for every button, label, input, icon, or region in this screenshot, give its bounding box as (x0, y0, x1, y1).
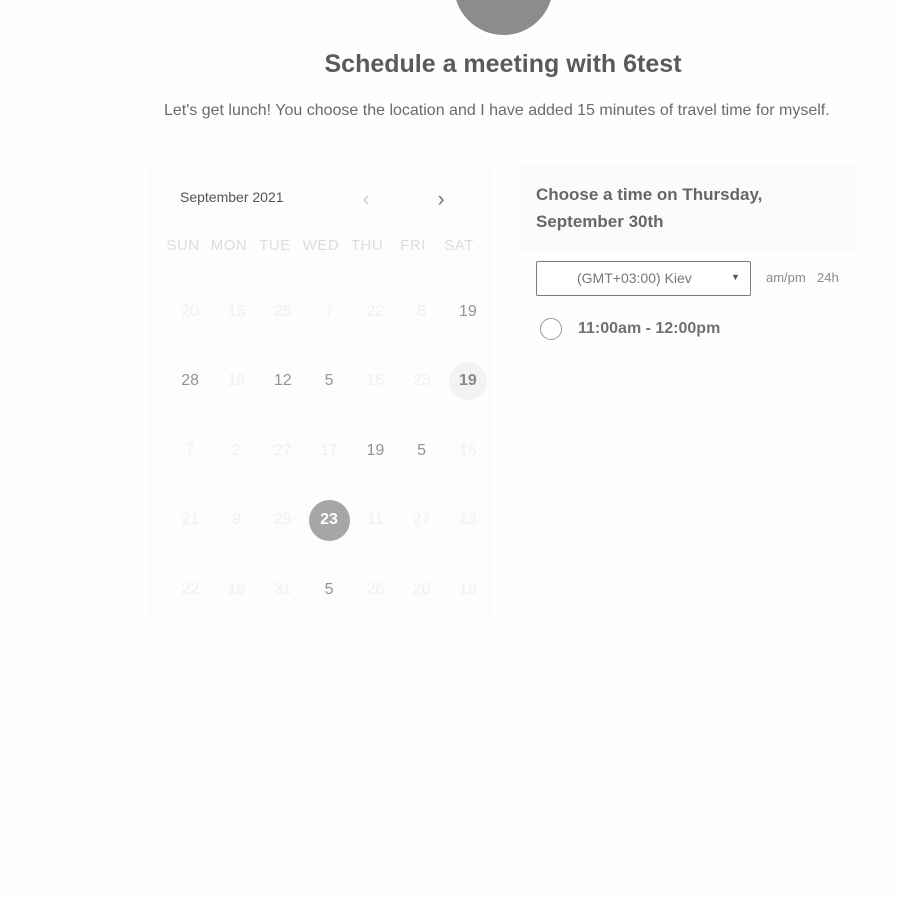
avatar (454, 0, 553, 35)
calendar-day-label: 19 (448, 362, 487, 401)
calendar: September 2021 ‹ › SUN MON TUE WED THU F… (152, 163, 488, 620)
calendar-day-label: 18 (227, 372, 246, 390)
calendar-day: 19 (445, 555, 491, 625)
calendar-day-label: 20 (181, 302, 200, 320)
calendar-day: 27 (260, 416, 306, 486)
calendar-day-label: 9 (231, 511, 241, 529)
calendar-day-label: 19 (366, 441, 385, 459)
calendar-day-label: 16 (227, 580, 246, 598)
calendar-day-label: 29 (273, 511, 292, 529)
calendar-day: 18 (213, 347, 259, 417)
format-24h-toggle[interactable]: 24h (817, 270, 839, 285)
weekday-label: SUN (166, 237, 200, 254)
calendar-day-label: 22 (366, 302, 385, 320)
calendar-day-label: 19 (459, 580, 477, 598)
calendar-day-label: 16 (366, 372, 385, 390)
radio-button[interactable] (540, 318, 562, 340)
meeting-description: Let's get lunch! You choose the location… (164, 102, 830, 119)
chevron-right-icon[interactable]: › (430, 187, 452, 211)
calendar-day-label: 27 (273, 441, 292, 459)
calendar-day-label: 8 (417, 302, 427, 320)
calendar-day-label: 5 (324, 580, 334, 598)
format-12h-toggle[interactable]: am/pm (766, 270, 806, 285)
calendar-day-label: 23 (308, 499, 350, 541)
page-title: Schedule a meeting with 6test (324, 50, 682, 78)
calendar-day: 25 (260, 277, 306, 347)
calendar-day-label: 5 (324, 372, 334, 390)
calendar-day: 26 (352, 555, 398, 625)
chevron-left-icon[interactable]: ‹ (355, 187, 377, 211)
calendar-day-label: 2 (231, 441, 241, 459)
calendar-day-label: 22 (181, 580, 200, 598)
calendar-day: 17 (306, 416, 352, 486)
selected-day[interactable]: 23 (306, 486, 352, 556)
calendar-day: 22 (352, 277, 398, 347)
calendar-day[interactable]: 12 (260, 347, 306, 417)
time-slot-label: 11:00am - 12:00pm (578, 320, 721, 337)
weekday-header: SUN MON TUE WED THU FRI SAT (160, 237, 482, 254)
calendar-day-label: 25 (273, 302, 292, 320)
calendar-day: 8 (398, 277, 444, 347)
calendar-day-label: 21 (181, 511, 200, 529)
calendar-day: 20 (398, 555, 444, 625)
calendar-day-label: 7 (185, 441, 195, 459)
caret-down-icon: ▼ (731, 272, 740, 282)
calendar-day: 7 (167, 416, 213, 486)
calendar-day-label: 27 (412, 511, 431, 529)
time-slot[interactable]: 11:00am - 12:00pm (540, 316, 720, 342)
calendar-day: 2 (213, 416, 259, 486)
calendar-month-label: September 2021 (180, 189, 284, 205)
calendar-day[interactable]: 19 (352, 416, 398, 486)
calendar-day-label: 25 (412, 372, 431, 390)
calendar-day: 7 (306, 277, 352, 347)
calendar-day-label: 11 (367, 511, 384, 529)
weekday-label: MON (210, 237, 248, 254)
time-panel-header: Choose a time on Thursday, September 30t… (520, 165, 856, 251)
calendar-day: 11 (352, 486, 398, 556)
weekday-label: TUE (259, 237, 291, 254)
calendar-day: 20 (167, 277, 213, 347)
calendar-day: 16 (213, 555, 259, 625)
weekday-label: THU (350, 237, 384, 254)
calendar-day-label: 12 (273, 372, 292, 390)
time-panel: Choose a time on Thursday, September 30t… (520, 165, 856, 355)
calendar-day[interactable]: 19 (445, 277, 491, 347)
calendar-day-label: 7 (324, 302, 334, 320)
calendar-day: 13 (445, 486, 491, 556)
weekday-label: WED (302, 237, 340, 254)
calendar-day: 16 (352, 347, 398, 417)
calendar-day[interactable]: 28 (167, 347, 213, 417)
calendar-day-label: 16 (459, 441, 477, 459)
calendar-day: 15 (213, 277, 259, 347)
calendar-day: 27 (398, 486, 444, 556)
calendar-day[interactable]: 5 (398, 416, 444, 486)
calendar-day-label: 20 (412, 580, 431, 598)
calendar-day: 29 (260, 486, 306, 556)
weekday-label: FRI (400, 237, 426, 254)
calendar-day: 16 (445, 416, 491, 486)
calendar-grid: 20 15 25 7 22 8 19 28 18 12 5 16 25 19 7 2 27 17 19 5 16 21 9 2… (167, 277, 489, 625)
calendar-day-label: 28 (181, 372, 200, 390)
weekday-label: SAT (444, 237, 474, 254)
calendar-day-label: 19 (459, 302, 477, 320)
calendar-day: 25 (398, 347, 444, 417)
calendar-day: 9 (213, 486, 259, 556)
timezone-select[interactable]: (GMT+03:00) Kiev ▼ (536, 261, 751, 296)
calendar-day: 21 (167, 486, 213, 556)
calendar-day[interactable]: 19 (445, 347, 491, 417)
calendar-day: 31 (260, 555, 306, 625)
calendar-day-label: 13 (459, 511, 477, 529)
time-panel-title: Choose a time on Thursday, September 30t… (536, 185, 763, 231)
calendar-day-label: 5 (417, 441, 427, 459)
calendar-day-label: 31 (273, 580, 292, 598)
calendar-day[interactable]: 5 (306, 347, 352, 417)
calendar-day[interactable]: 5 (306, 555, 352, 625)
calendar-day: 22 (167, 555, 213, 625)
timezone-value: (GMT+03:00) Kiev (577, 270, 692, 286)
calendar-day-label: 26 (366, 580, 385, 598)
calendar-day-label: 17 (320, 441, 338, 459)
calendar-day-label: 15 (227, 302, 246, 320)
